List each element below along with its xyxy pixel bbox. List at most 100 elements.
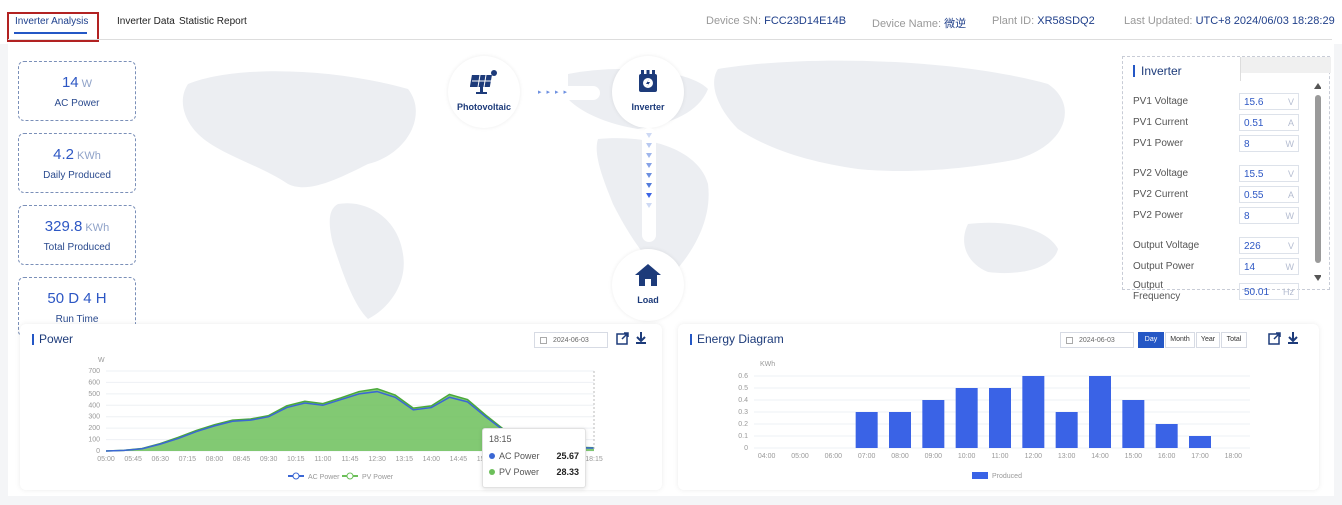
power-y-tick-label: 100 [88, 437, 100, 444]
inverter-node: Inverter [612, 56, 684, 128]
inverter-row-unit: V [1287, 241, 1294, 251]
photovoltaic-label: Photovoltaic [456, 102, 511, 112]
inverter-row-unit: W [1285, 262, 1295, 272]
inverter-row-value: 15.5 V [1239, 165, 1299, 182]
energy-x-tick-label: 06:00 [825, 453, 843, 460]
inverter-details-panel: Inverter PV1 Voltage 15.6 V PV1 Current 0.51… [1122, 56, 1331, 302]
stat-daily-produced-value: 4.2 [53, 146, 74, 163]
pv-power-legend-label: PV Power [362, 474, 394, 481]
stat-daily-produced-label: Daily Produced [43, 170, 111, 181]
inverter-row-value: 0.51 A [1239, 114, 1299, 131]
energy-x-tick-label: 13:00 [1058, 453, 1076, 460]
tooltip-pv-row: PV Power 28.33 [489, 467, 581, 477]
header-divider [8, 39, 1332, 40]
inverter-row: Output Frequency 50.01 Hz [1133, 280, 1303, 302]
scrollbar-thumb[interactable] [1315, 95, 1321, 263]
tab-statistic-report[interactable]: Statistic Report [179, 16, 247, 27]
device-sn: Device SN: FCC23D14E14B [706, 15, 847, 27]
energy-y-tick-label: 0.5 [738, 385, 748, 392]
stat-ac-power-value: 14 [61, 74, 79, 91]
energy-y-tick-label: 0.3 [738, 409, 748, 416]
produced-legend-swatch [972, 472, 988, 479]
inverter-row-label: PV2 Current [1133, 189, 1189, 200]
power-y-axis-label: W [98, 357, 105, 364]
inverter-row: PV2 Current 0.55 A [1133, 186, 1303, 204]
energy-bar [922, 400, 945, 448]
top-bar: Inverter Analysis Inverter Data Statisti… [0, 0, 1342, 44]
ac-power-legend-marker [292, 472, 300, 480]
power-x-tick-label: 07:15 [179, 456, 197, 463]
inverter-row-unit: A [1287, 190, 1294, 200]
stat-ac-power-unit: W [81, 78, 93, 90]
inverter-row-unit: A [1287, 118, 1294, 128]
inverter-row-unit: Hz [1283, 287, 1294, 297]
inverter-row-value: 8W [1239, 135, 1299, 152]
device-name: Device Name: 微逆 [872, 18, 967, 30]
stat-ac-power: 14 W AC Power [18, 61, 136, 121]
scroll-down-icon[interactable] [1314, 275, 1321, 281]
power-x-tick-label: 08:00 [206, 456, 224, 463]
power-y-tick-label: 200 [88, 425, 100, 432]
energy-bar [955, 388, 978, 448]
energy-bar [1055, 412, 1078, 448]
inverter-row: Output Voltage 226 V [1133, 237, 1303, 255]
inverter-row: PV2 Power 8 W [1133, 207, 1303, 225]
tab-inverter-data[interactable]: Inverter Data [117, 16, 175, 27]
inverter-row-value: 8W [1239, 207, 1299, 224]
inverter-row-label: PV2 Power [1133, 210, 1184, 221]
plant-id-value: XR58SDQ2 [1037, 15, 1095, 27]
ac-power-dot [489, 453, 495, 459]
scroll-up-icon[interactable] [1314, 83, 1321, 89]
house-icon [635, 264, 661, 286]
energy-bar [889, 412, 911, 448]
energy-y-tick-label: 0.4 [738, 397, 748, 404]
stat-run-time-value: 50 D 4 H [47, 290, 107, 307]
arrow-down-icon [646, 193, 652, 198]
load-label: Load [637, 295, 659, 305]
power-x-tick-label: 14:00 [423, 456, 441, 463]
energy-y-tick-label: 0.2 [738, 421, 748, 428]
inverter-row: PV1 Power 8 W [1133, 135, 1303, 153]
arrow-down-icon [646, 133, 652, 138]
device-sn-value: FCC23D14E14B [764, 15, 847, 27]
inverter-row-label: PV1 Power [1133, 138, 1184, 149]
energy-chart: KWh 0 0.1 0.2 0.3 0.4 0.5 0.6 04:00 05:00 06:00 07:… [738, 361, 1250, 480]
energy-bar [1022, 376, 1045, 448]
inverter-row: PV1 Voltage 15.6 V [1133, 93, 1303, 111]
stat-daily-produced-unit: KWh [77, 150, 101, 162]
power-x-tick-label: 11:45 [342, 456, 359, 463]
power-x-tick-label: 13:15 [395, 456, 413, 463]
energy-x-tick-label: 09:00 [925, 453, 943, 460]
energy-x-tick-label: 16:00 [1158, 453, 1176, 460]
inverter-row: PV1 Current 0.51 A [1133, 114, 1303, 132]
power-chart-tooltip: 18:15 AC Power 25.67 PV Power 28.33 [482, 428, 586, 488]
tab-inverter-analysis[interactable]: Inverter Analysis [15, 16, 88, 27]
inverter-row-label: Output Voltage [1133, 240, 1200, 251]
power-y-tick-label: 600 [88, 379, 100, 386]
inverter-row-unit: W [1285, 139, 1295, 149]
inverter-row-value: 0.55 A [1239, 186, 1299, 203]
arrow-down-icon [646, 203, 652, 208]
energy-bar [1189, 436, 1211, 448]
inverter-label: Inverter [631, 102, 665, 112]
arrow-down-icon [646, 153, 652, 158]
stat-daily-produced: 4.2 KWh Daily Produced [18, 133, 136, 193]
last-updated-value: UTC+8 2024/06/03 18:28:29 [1195, 15, 1335, 27]
stat-ac-power-label: AC Power [54, 98, 100, 109]
inverter-row-label: PV1 Voltage [1133, 96, 1189, 107]
stat-total-produced: 329.8 KWh Total Produced [18, 205, 136, 265]
energy-y-axis-label: KWh [760, 361, 775, 368]
energy-x-tick-label: 12:00 [1025, 453, 1043, 460]
energy-x-tick-label: 08:00 [891, 453, 909, 460]
load-node: Load [612, 249, 684, 321]
energy-y-tick-label: 0 [744, 445, 748, 452]
power-y-tick-label: 0 [96, 448, 100, 455]
power-x-tick-label: 05:00 [97, 456, 115, 463]
inverter-row-label: Output Frequency [1133, 280, 1181, 302]
energy-x-tick-label: 05:00 [791, 453, 809, 460]
inverter-panel-scrollbar[interactable] [1313, 81, 1321, 281]
inverter-row-label: PV2 Voltage [1133, 168, 1189, 179]
inverter-panel-title: Inverter [1133, 65, 1182, 77]
energy-bar [855, 412, 878, 448]
energy-x-tick-label: 04:00 [758, 453, 776, 460]
